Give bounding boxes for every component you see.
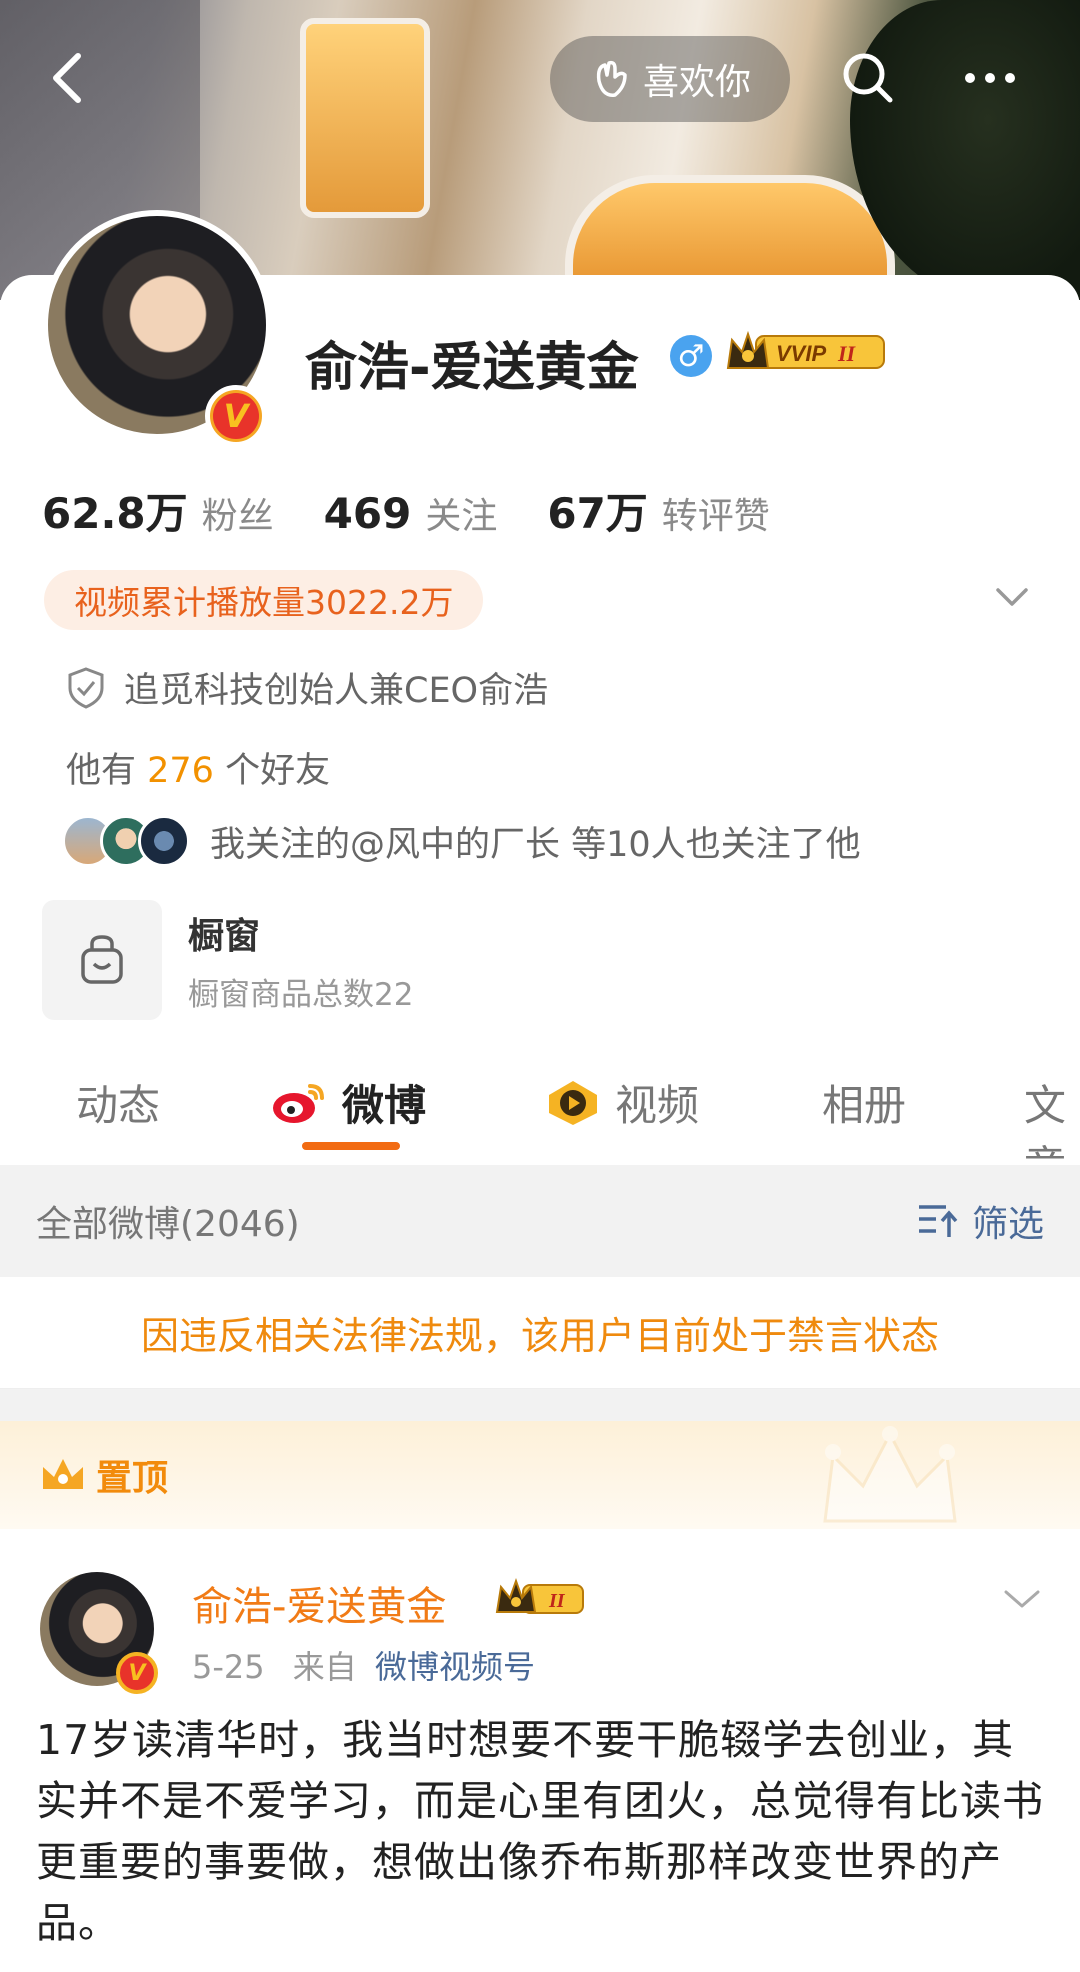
svg-text:II: II (837, 341, 857, 366)
banned-notice: 因违反相关法律法规，该用户目前处于禁言状态 (0, 1277, 1080, 1389)
post-meta: 5-25 来自 微博视频号 (192, 1642, 535, 1688)
search-icon[interactable] (838, 48, 898, 108)
male-icon: ♂ (670, 335, 712, 377)
shop-window[interactable]: 橱窗 橱窗商品总数22 (42, 900, 413, 1020)
interactions-label: 转评赞 (661, 496, 770, 537)
all-weibo-label[interactable]: 全部微博(2046) (36, 1195, 300, 1247)
profile-name: 俞浩-爱送黄金 (305, 338, 639, 398)
tab-dynamic[interactable]: 动态 (76, 1072, 160, 1133)
shop-subtitle: 橱窗商品总数22 (188, 976, 414, 1013)
profile-tabs: 动态 微博 视频 相册 文章 (0, 1060, 1080, 1160)
post-header: V 俞浩-爱送黄金 II 5-25 来自 微博视频号 (40, 1572, 1042, 1694)
following-count[interactable]: 469 (324, 489, 412, 538)
shopping-bag-icon (42, 900, 162, 1020)
mutual-follow-row[interactable]: 我关注的@风中的厂长 等10人也关注了他 (62, 815, 861, 867)
certification-row: 追觅科技创始人兼CEO俞浩 (66, 662, 548, 713)
filter-icon (918, 1205, 958, 1237)
post-author[interactable]: 俞浩-爱送黄金 (192, 1574, 446, 1632)
shield-icon (68, 666, 104, 709)
like-you-button[interactable]: 喜欢你 (550, 36, 790, 122)
hand-heart-icon (596, 60, 627, 97)
crown-icon (43, 1459, 83, 1489)
video-channel-icon (549, 1080, 597, 1125)
mutual-follow-text: 我关注的@风中的厂长 等10人也关注了他 (210, 824, 861, 865)
interactions-count: 67万 (547, 489, 648, 538)
top-bar: 喜欢你 (0, 30, 1080, 130)
post-content[interactable]: 17岁读清华时，我当时想要不要干脆辍学去创业，其实并不是不爱学习，而是心里有团火… (36, 1710, 1046, 1954)
section-divider (0, 1389, 1080, 1421)
vvip-badge[interactable]: VVIP II (726, 330, 888, 374)
filter-bar: 全部微博(2046) 筛选 (0, 1165, 1080, 1277)
weibo-logo-icon (273, 1083, 324, 1123)
post-date: 5-25 (192, 1648, 265, 1686)
post-from-prefix: 来自 (292, 1648, 357, 1686)
post-source[interactable]: 微博视频号 (375, 1648, 535, 1686)
shop-title: 橱窗 (188, 915, 261, 957)
fans-count[interactable]: 62.8万 (42, 480, 188, 541)
filter-button[interactable]: 筛选 (916, 1195, 1044, 1247)
stats-row: 62.8万 粉丝 469 关注 67万 转评赞 (42, 480, 820, 541)
back-icon[interactable] (40, 48, 100, 108)
tab-article[interactable]: 文章 (1024, 1072, 1080, 1160)
post-verified-badge: V (116, 1652, 158, 1694)
friends-count-row[interactable]: 他有 276 个好友 (66, 742, 330, 793)
mutual-avatars (62, 815, 190, 867)
tab-video[interactable]: 视频 (545, 1072, 699, 1133)
tab-album[interactable]: 相册 (822, 1072, 906, 1133)
tab-weibo[interactable]: 微博 (270, 1072, 426, 1133)
following-label[interactable]: 关注 (425, 487, 497, 539)
more-icon[interactable] (955, 48, 1025, 108)
friends-count: 276 (147, 751, 214, 791)
certification-text: 追觅科技创始人兼CEO俞浩 (124, 671, 549, 711)
post-options-chevron-icon[interactable] (1002, 1584, 1042, 1614)
svg-text:II: II (548, 1590, 566, 1612)
post-vip-badge[interactable]: II (495, 1578, 587, 1618)
like-you-label: 喜欢你 (642, 62, 751, 103)
video-play-count: 视频累计播放量3022.2万 (44, 570, 484, 630)
verified-badge: V (205, 385, 267, 447)
pinned-label: 置顶 (96, 1458, 169, 1499)
crown-watermark-icon (823, 1426, 957, 1523)
chevron-down-icon[interactable] (992, 582, 1032, 612)
svg-text:VVIP: VVIP (776, 341, 826, 366)
fans-label[interactable]: 粉丝 (202, 487, 274, 539)
active-tab-indicator (302, 1142, 400, 1150)
